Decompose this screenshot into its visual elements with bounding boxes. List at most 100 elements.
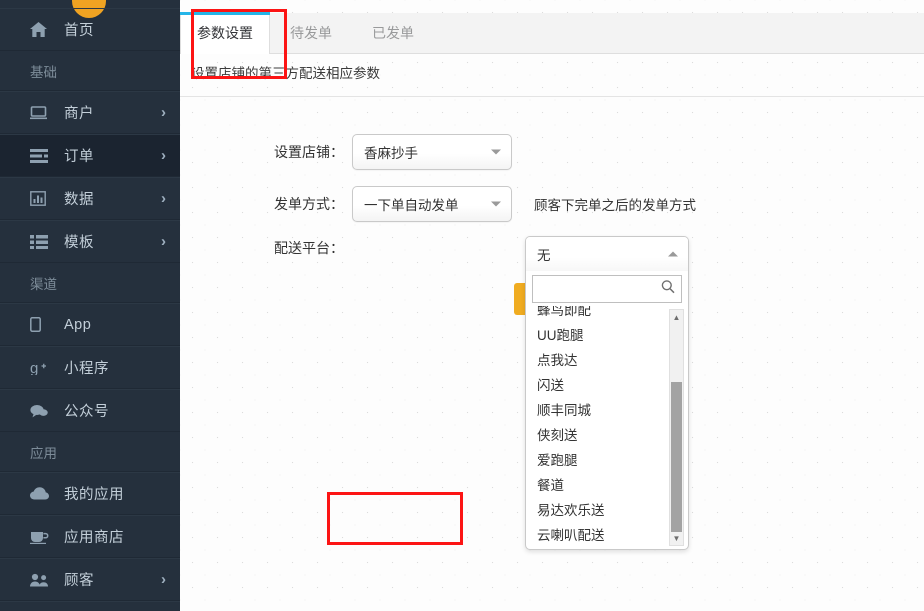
monitor-icon (30, 105, 52, 121)
chevron-right-icon: › (161, 572, 166, 587)
sidebar-item-label: 应用商店 (64, 526, 180, 547)
platform-option-items: 蜂鸟即配 UU跑腿 点我达 闪送 顺丰同城 侠刻送 爱跑腿 餐道 易达欢乐送 云… (526, 306, 668, 546)
list-item[interactable]: 顺丰同城 (526, 396, 668, 421)
list-item[interactable]: UU跑腿 (526, 321, 668, 346)
option-label: 爱跑腿 (537, 449, 578, 469)
shop-select-value: 香麻抄手 (364, 142, 418, 162)
sidebar-group-basic: 基础 (0, 51, 180, 91)
scroll-down-icon[interactable]: ▼ (670, 531, 683, 545)
sidebar-item-label: 首页 (64, 19, 180, 40)
list-item[interactable]: 蜂鸟即配 (526, 306, 668, 321)
chevron-up-icon (668, 252, 678, 257)
tab-label: 待发单 (290, 23, 332, 43)
brand-logo-area (0, 0, 180, 8)
option-label: UU跑腿 (537, 324, 584, 344)
coffee-icon (30, 529, 52, 545)
sidebar-item-order[interactable]: 订单 › (0, 134, 180, 177)
form-row-dispatch-mode: 发单方式： 一下单自动发单 顾客下完单之后的发单方式 (260, 186, 696, 222)
sidebar-item-label: 公众号 (64, 400, 180, 421)
chevron-right-icon: › (161, 148, 166, 163)
sidebar-item-label: 我的应用 (64, 483, 180, 504)
option-label: 侠刻送 (537, 424, 578, 444)
tab-parameter-settings[interactable]: 参数设置 (180, 12, 270, 54)
section-divider (180, 96, 924, 97)
dispatch-mode-hint: 顾客下完单之后的发单方式 (534, 194, 696, 214)
sidebar-item-funds[interactable]: 资金 › (0, 601, 180, 611)
list-lines-icon (30, 148, 52, 164)
sidebar-item-official-account[interactable]: 公众号 (0, 389, 180, 432)
option-label: 云喇叭配送 (537, 524, 605, 544)
option-label: 点我达 (537, 349, 578, 369)
sidebar-item-label: 商户 (64, 102, 161, 123)
platform-select[interactable]: 无 (526, 237, 688, 271)
dropdown-scrollbar[interactable]: ▲ ▼ (669, 309, 684, 546)
sidebar: 首页 基础 商户 › 订单 › 数据 › (0, 0, 180, 611)
platform-label: 配送平台： (260, 238, 344, 258)
list-item[interactable]: 闪送 (526, 371, 668, 396)
option-label: 顺丰同城 (537, 399, 591, 419)
sidebar-item-data[interactable]: 数据 › (0, 177, 180, 220)
search-icon (661, 280, 675, 299)
option-label: 易达欢乐送 (537, 499, 605, 519)
scroll-up-icon[interactable]: ▲ (670, 310, 683, 324)
google-plus-icon: g (30, 360, 52, 376)
comments-icon (30, 403, 52, 419)
chevron-right-icon: › (161, 105, 166, 120)
sidebar-item-label: 订单 (64, 145, 161, 166)
sidebar-item-template[interactable]: 模板 › (0, 220, 180, 263)
shop-label: 设置店铺： (260, 142, 344, 162)
sidebar-item-merchant[interactable]: 商户 › (0, 91, 180, 134)
tab-bar: 参数设置 待发单 已发单 (180, 13, 924, 54)
app-root: 首页 基础 商户 › 订单 › 数据 › (0, 0, 924, 611)
list-item[interactable]: 餐道 (526, 471, 668, 496)
dispatch-mode-select-value: 一下单自动发单 (364, 194, 459, 214)
shop-select[interactable]: 香麻抄手 (352, 134, 512, 170)
sidebar-item-label: 数据 (64, 188, 161, 209)
sidebar-item-my-apps[interactable]: 我的应用 (0, 472, 180, 515)
sidebar-group-label: 基础 (30, 61, 57, 81)
option-label: 蜂鸟即配 (537, 306, 591, 319)
home-icon (30, 22, 52, 38)
list-item[interactable]: 点我达 (526, 346, 668, 371)
main-content: 参数设置 待发单 已发单 设置店铺的第三方配送相应参数 设置店铺： 香麻抄手 发… (180, 0, 924, 611)
option-label: 闪送 (537, 374, 564, 394)
sidebar-item-label: 模板 (64, 231, 161, 252)
chevron-right-icon: › (161, 234, 166, 249)
chevron-right-icon: › (161, 191, 166, 206)
sidebar-item-home[interactable]: 首页 (0, 8, 180, 51)
platform-dropdown: 无 蜂鸟即配 UU跑腿 点我达 闪送 顺丰同城 侠刻送 爱跑腿 餐道 (525, 236, 689, 550)
platform-search-box[interactable] (532, 275, 682, 303)
list-item[interactable]: 云喇叭配送 (526, 521, 668, 546)
sidebar-item-app[interactable]: App (0, 303, 180, 346)
users-icon (30, 572, 52, 588)
sidebar-item-customer[interactable]: 顾客 › (0, 558, 180, 601)
bar-chart-icon (30, 191, 52, 207)
sidebar-item-label: App (64, 317, 180, 333)
sidebar-group-label: 渠道 (30, 273, 57, 293)
list-item[interactable]: 易达欢乐送 (526, 496, 668, 521)
sidebar-item-label: 小程序 (64, 357, 180, 378)
svg-text:g: g (30, 360, 38, 375)
sidebar-group-channel: 渠道 (0, 263, 180, 303)
cloud-icon (30, 486, 52, 502)
chevron-down-icon (491, 202, 501, 207)
sidebar-item-app-store[interactable]: 应用商店 (0, 515, 180, 558)
platform-option-list: 蜂鸟即配 UU跑腿 点我达 闪送 顺丰同城 侠刻送 爱跑腿 餐道 易达欢乐送 云… (526, 306, 688, 549)
dispatch-mode-label: 发单方式： (260, 194, 344, 214)
form-row-platform: 配送平台： (260, 238, 352, 258)
sidebar-item-miniprogram[interactable]: g 小程序 (0, 346, 180, 389)
tab-label: 已发单 (372, 23, 414, 43)
tab-pending-orders[interactable]: 待发单 (270, 12, 352, 53)
chevron-down-icon (491, 150, 501, 155)
scrollbar-thumb[interactable] (671, 382, 682, 532)
list-icon (30, 234, 52, 250)
platform-select-value: 无 (537, 244, 551, 264)
platform-search-input[interactable] (533, 276, 681, 302)
page-subtitle: 设置店铺的第三方配送相应参数 (191, 62, 380, 82)
list-item[interactable]: 侠刻送 (526, 421, 668, 446)
dispatch-mode-select[interactable]: 一下单自动发单 (352, 186, 512, 222)
sidebar-item-label: 顾客 (64, 569, 161, 590)
list-item[interactable]: 爱跑腿 (526, 446, 668, 471)
tab-sent-orders[interactable]: 已发单 (352, 12, 434, 53)
option-label: 餐道 (537, 474, 564, 494)
